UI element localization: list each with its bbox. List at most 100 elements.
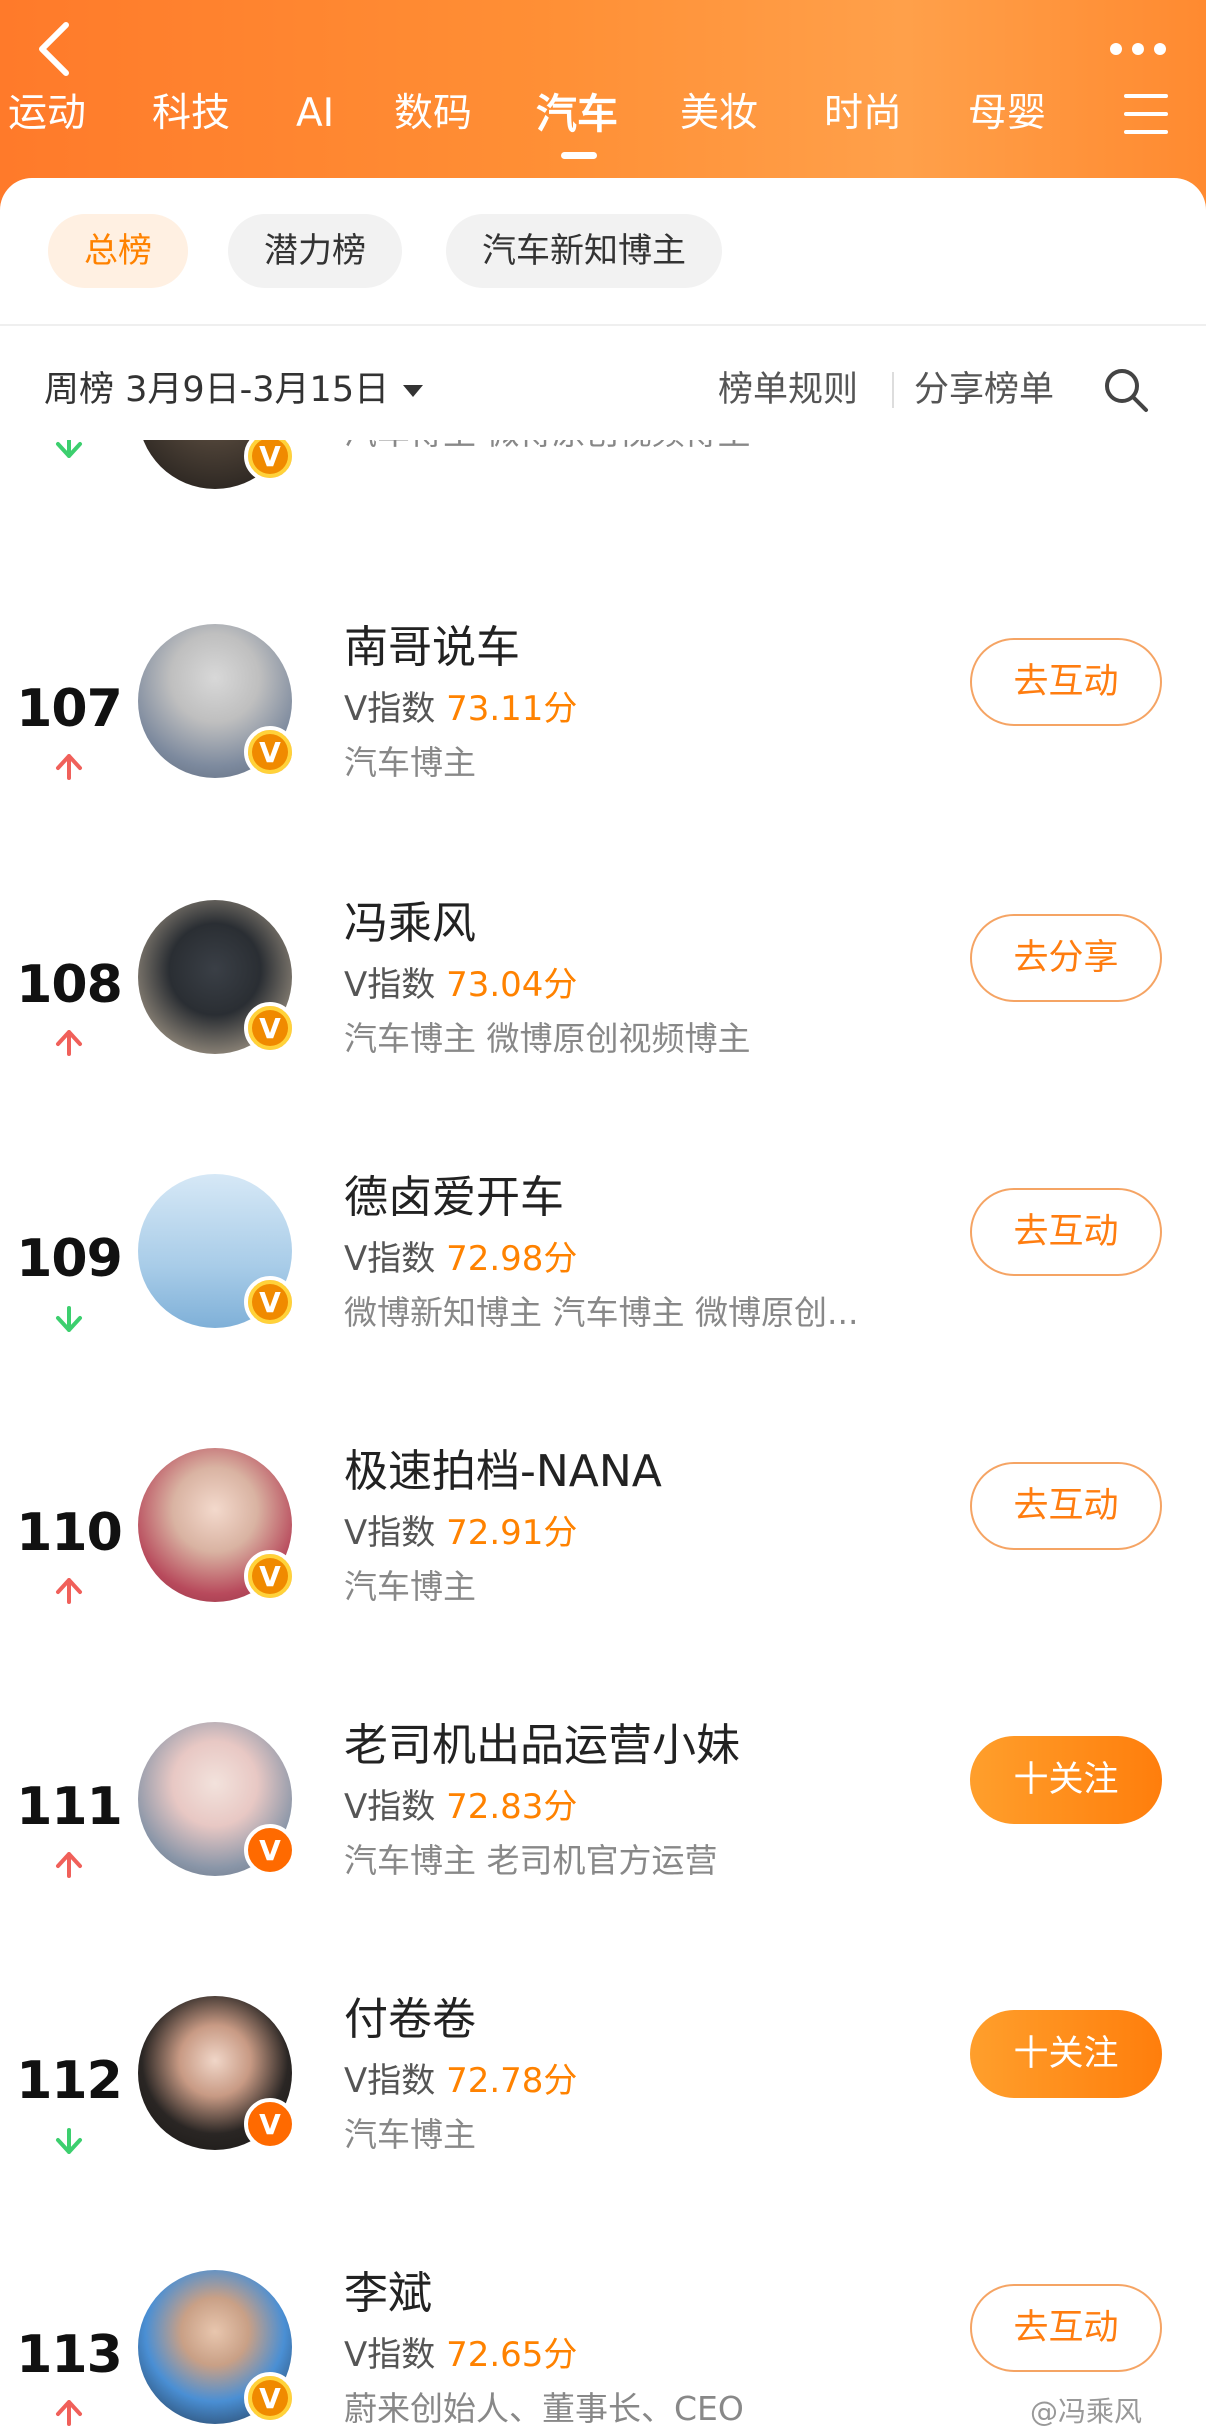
score: V指数 72.98分	[344, 1234, 577, 1284]
trend-down-icon	[56, 2128, 82, 2154]
tab-sports[interactable]: 运动	[8, 84, 86, 144]
trend-up-icon	[56, 754, 82, 780]
filter-chip-potential[interactable]: 潜力榜	[228, 214, 402, 288]
score-label: V指数	[344, 1787, 436, 1827]
follow-button[interactable]: 十关注	[970, 2010, 1162, 2098]
more-dot-icon	[1110, 43, 1122, 55]
list-item[interactable]: 107 V 南哥说车 V指数 73.11分 汽车博主 去互动	[0, 622, 1206, 894]
blogger-name[interactable]: 极速拍档-NANA	[344, 1442, 662, 1502]
tab-beauty[interactable]: 美妆	[680, 84, 758, 144]
more-button[interactable]	[1098, 24, 1178, 74]
verified-badge-icon: V	[244, 1276, 296, 1328]
score: V指数 73.11分	[344, 684, 577, 734]
period-selector[interactable]: 周榜 3月9日-3月15日	[44, 360, 424, 420]
rank-number: 113	[16, 2325, 123, 2385]
tags: 汽车博主 老司机官方运营	[344, 1841, 718, 1880]
score-value: 72.98分	[446, 1239, 578, 1279]
blogger-name[interactable]: 德卤爱开车	[344, 1168, 564, 1228]
score-label: V指数	[344, 1513, 436, 1553]
tab-baby[interactable]: 母婴	[968, 84, 1046, 144]
list-item[interactable]: 108 V 冯乘风 V指数 73.04分 汽车博主 微博原创视频博主 去分享	[0, 898, 1206, 1170]
blogger-name[interactable]: 南哥说车	[344, 618, 520, 678]
interact-button[interactable]: 去互动	[970, 638, 1162, 726]
score-value: 72.83分	[446, 1787, 578, 1827]
score: V指数 72.65分	[344, 2330, 577, 2380]
score-value: 72.78分	[446, 2061, 578, 2101]
list-item[interactable]: 111 V 老司机出品运营小妹 V指数 72.83分 汽车博主 老司机官方运营 …	[0, 1720, 1206, 1992]
menu-line-icon	[1124, 112, 1168, 116]
score-value: 72.91分	[446, 1513, 578, 1553]
interact-button[interactable]: 去互动	[970, 1188, 1162, 1276]
blogger-name[interactable]: 李斌	[344, 2264, 432, 2324]
tags: 汽车博主	[344, 2115, 476, 2154]
verified-badge-icon: V	[244, 1824, 296, 1876]
active-tab-indicator	[561, 152, 597, 159]
search-button[interactable]	[1100, 364, 1152, 416]
tab-auto[interactable]: 汽车	[536, 84, 618, 144]
score: V指数 72.83分	[344, 1782, 577, 1832]
tab-fashion[interactable]: 时尚	[824, 84, 902, 144]
score-label: V指数	[344, 2335, 436, 2375]
verified-badge-icon: V	[244, 2098, 296, 2150]
list-item[interactable]: 109 V 德卤爱开车 V指数 72.98分 微博新知博主 汽车博主 微博原创.…	[0, 1172, 1206, 1444]
blogger-name[interactable]: 老司机出品运营小妹	[344, 1716, 740, 1776]
list-item[interactable]: 113 V 李斌 V指数 72.65分 蔚来创始人、董事长、CEO 去互动	[0, 2268, 1206, 2436]
verified-badge-icon: V	[244, 726, 296, 778]
score-label: V指数	[344, 689, 436, 729]
tab-ai[interactable]: AI	[296, 84, 334, 144]
interact-button[interactable]: 去互动	[970, 1462, 1162, 1550]
tags: 汽车博主 微博原创视频博主	[344, 440, 751, 458]
blogger-name[interactable]: 付卷卷	[344, 1990, 476, 2050]
tags: 汽车博主	[344, 1567, 476, 1606]
trend-up-icon	[56, 2400, 82, 2426]
filter-chip-total[interactable]: 总榜	[48, 214, 188, 288]
rules-link[interactable]: 榜单规则	[718, 360, 858, 420]
rank-number: 112	[16, 2051, 123, 2111]
list-item-partial[interactable]: V 汽车博主 微博原创视频博主	[0, 440, 1206, 550]
score-label: V指数	[344, 2061, 436, 2101]
rank-number: 110	[16, 1503, 123, 1563]
rank-number: 107	[16, 679, 123, 739]
rank-number: 108	[16, 955, 123, 1015]
search-icon	[1105, 369, 1148, 412]
score-label: V指数	[344, 965, 436, 1005]
score: V指数 73.04分	[344, 960, 577, 1010]
share-list-link[interactable]: 分享榜单	[914, 360, 1054, 420]
category-tabs: 运动 科技 AI 数码 汽车 美妆 时尚 母婴	[0, 84, 1206, 174]
interact-button[interactable]: 去互动	[970, 2284, 1162, 2372]
trend-up-icon	[56, 1030, 82, 1056]
score: V指数 72.91分	[344, 1508, 577, 1558]
watermark: @冯乘风	[1030, 2395, 1143, 2428]
score: V指数 72.78分	[344, 2056, 577, 2106]
verified-badge-icon: V	[244, 1002, 296, 1054]
tags: 汽车博主 微博原创视频博主	[344, 1019, 751, 1058]
filter-chip-new-auto[interactable]: 汽车新知博主	[446, 214, 722, 288]
verified-badge-icon: V	[244, 1550, 296, 1602]
trend-down-icon	[56, 440, 82, 458]
tags: 微博新知博主 汽车博主 微博原创...	[344, 1293, 859, 1332]
list-item[interactable]: 110 V 极速拍档-NANA V指数 72.91分 汽车博主 去互动	[0, 1446, 1206, 1718]
tab-tech[interactable]: 科技	[152, 84, 230, 144]
menu-line-icon	[1124, 130, 1168, 134]
rank-number: 111	[16, 1777, 123, 1837]
toolbar-separator	[892, 372, 894, 408]
caret-down-icon	[403, 385, 424, 397]
blogger-name[interactable]: 冯乘风	[344, 894, 476, 954]
follow-button[interactable]: 十关注	[970, 1736, 1162, 1824]
score-value: 73.11分	[446, 689, 578, 729]
more-dot-icon	[1154, 43, 1166, 55]
chevron-left-icon	[39, 22, 69, 76]
list-item[interactable]: 112 V 付卷卷 V指数 72.78分 汽车博主 十关注	[0, 1994, 1206, 2266]
tab-menu-button[interactable]	[1124, 94, 1168, 134]
tags: 蔚来创始人、董事长、CEO	[344, 2389, 744, 2428]
trend-down-icon	[56, 1306, 82, 1332]
tab-digital[interactable]: 数码	[394, 84, 472, 144]
ranking-list: V 汽车博主 微博原创视频博主 107 V 南哥说车 V指数 73.11分 汽车…	[0, 440, 1206, 2436]
share-button[interactable]: 去分享	[970, 914, 1162, 1002]
trend-up-icon	[56, 1852, 82, 1878]
period-label: 周榜 3月9日-3月15日	[44, 370, 390, 410]
back-button[interactable]	[24, 14, 84, 84]
score-value: 72.65分	[446, 2335, 578, 2375]
divider	[0, 324, 1206, 326]
menu-line-icon	[1124, 94, 1168, 98]
